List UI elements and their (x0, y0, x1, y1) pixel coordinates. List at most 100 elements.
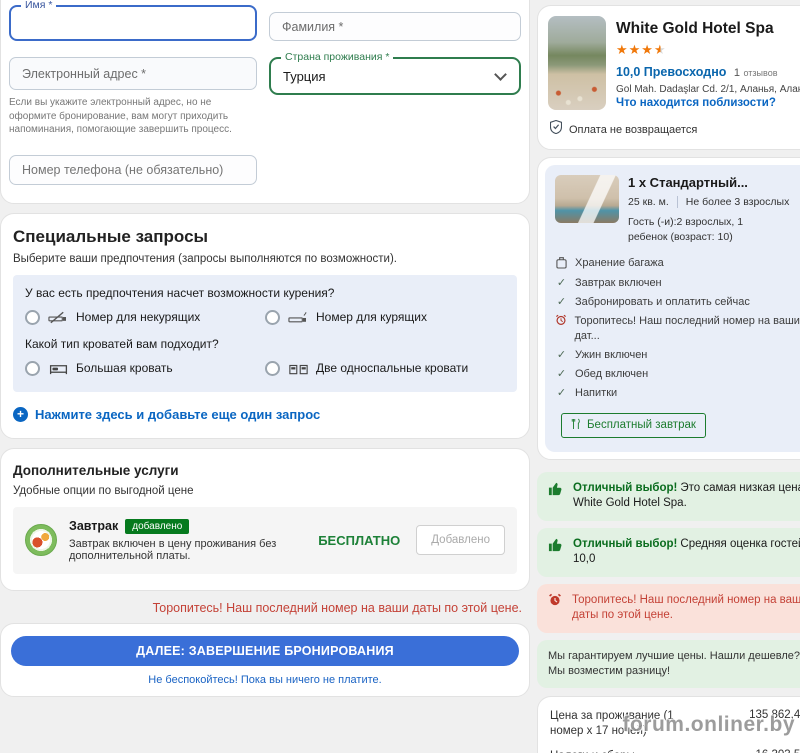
big-bed-icon (48, 362, 68, 375)
phone-input[interactable] (10, 155, 256, 184)
feature-label: Обед включен (575, 368, 649, 381)
feature-label: Завтрак включен (575, 276, 662, 289)
rating-row: 10,0 Превосходно 1 отзывов (616, 65, 800, 79)
radio-smoking[interactable] (265, 309, 280, 325)
feature-breakfast: ✓ Завтрак включен (555, 276, 800, 290)
extras-panel: Дополнительные услуги Удобные опции по в… (0, 447, 530, 591)
extras-title: Дополнительные услуги (13, 462, 179, 478)
add-request-label: Нажмите здесь и добавьте еще один запрос (35, 406, 321, 422)
summary-sidebar: White Gold Hotel Spa ★★★★ 10,0 Превосход… (537, 0, 800, 753)
bed-question: Какой тип кроватей вам подходит? (25, 336, 219, 351)
cutlery-icon (571, 418, 581, 433)
payment-policy-row: Оплата не возвращается (548, 119, 800, 139)
price-row-taxes: Налоги и сборы 16 303,54 TL (550, 749, 800, 753)
feature-urgency: Торопитесь! Наш последний номер на ваши … (555, 314, 800, 343)
room-features: Хранение багажа ✓ Завтрак включен ✓ Забр… (555, 256, 800, 400)
country-column: Страна проживания * Турция (269, 51, 521, 137)
last-name-field[interactable] (269, 12, 521, 41)
feature-pay-now: ✓ Забронировать и оплатить сейчас (555, 295, 800, 309)
price-value: 16 303,54 TL (755, 749, 800, 753)
hotel-card: White Gold Hotel Spa ★★★★ 10,0 Превосход… (537, 5, 800, 150)
thumbs-up-icon (548, 537, 563, 558)
cta-note: Не беспокойтесь! Пока вы ничего не плати… (148, 673, 382, 686)
feature-label: Ужин включен (575, 348, 648, 361)
room-photo (555, 175, 619, 223)
email-hint: Если вы укажите электронный адрес, но не… (9, 97, 232, 135)
extras-subtitle: Удобные опции по выгодной цене (13, 484, 194, 497)
guest-details-panel: Имя * Если вы укажите электронный адрес,… (0, 0, 530, 204)
feature-label: Торопитесь! Наш последний номер на ваши … (574, 315, 800, 342)
option-non-smoking[interactable]: Номер для некурящих (25, 309, 265, 325)
room-panel: 1 x Стандартный... 25 кв. м. Не более 3 … (537, 157, 800, 460)
check-icon: ✓ (556, 387, 567, 400)
free-breakfast-badge: Бесплатный завтрак (561, 412, 706, 438)
hotel-address: Gol Mah. Dadaşlar Cd. 2/1, Аланья, Алань… (616, 84, 800, 95)
breakfast-extra: Завтрак добавлено Завтрак включен в цену… (13, 506, 517, 574)
option-label: Две односпальные кровати (316, 361, 469, 375)
radio-twin-beds[interactable] (265, 360, 280, 376)
country-value: Турция (283, 68, 326, 84)
thumbs-up-icon (548, 481, 563, 502)
price-row-stay: Цена за проживание (1 номер x 17 ночей) … (550, 709, 800, 740)
special-requests-panel: Специальные запросы Выберите ваши предпо… (0, 212, 530, 439)
reviews-count: 1 (733, 67, 740, 79)
feature-dinner: ✓ Ужин включен (555, 348, 800, 362)
no-smoking-icon (48, 311, 68, 324)
reviews-word: отзывов (743, 68, 778, 78)
breakfast-icon (25, 524, 57, 556)
email-field[interactable] (9, 57, 257, 90)
main-column: Имя * Если вы укажите электронный адрес,… (0, 0, 530, 753)
price-label: Цена за проживание (1 номер x 17 ночей) (550, 709, 674, 738)
radio-big-bed[interactable] (25, 360, 40, 376)
feature-luggage: Хранение багажа (555, 256, 800, 270)
first-name-label: Имя * (21, 0, 57, 11)
special-requests-title: Специальные запросы (13, 226, 209, 246)
add-request-link[interactable]: + Нажмите здесь и добавьте еще один запр… (13, 406, 517, 422)
alarm-icon (555, 314, 567, 326)
breakfast-description: Завтрак включен в цену проживания без до… (69, 537, 277, 562)
country-label: Страна проживания * (281, 51, 394, 63)
next-step-button[interactable]: ДАЛЕЕ: ЗАВЕРШЕНИЕ БРОНИРОВАНИЯ (11, 635, 519, 666)
hotel-name: White Gold Hotel Spa (616, 20, 774, 37)
room-title: 1 x Стандартный... (628, 175, 748, 190)
added-badge: добавлено (125, 518, 190, 534)
bed-options-row: Большая кровать Две односпальные кровати (25, 360, 505, 376)
feature-lunch: ✓ Обед включен (555, 367, 800, 381)
country-select[interactable]: Страна проживания * Турция (269, 51, 521, 95)
room-guests: Гость (-и):2 взрослых, 1 ребенок (возрас… (628, 216, 744, 243)
divider (676, 196, 678, 208)
option-label: Номер для курящих (316, 310, 427, 324)
highlight-text: Торопитесь! Наш последний номер на ваши … (572, 593, 800, 622)
chevron-down-icon (494, 67, 507, 81)
first-name-field[interactable]: Имя * (9, 0, 257, 41)
urgency-note: Торопитесь! Наш последний номер на ваши … (152, 600, 522, 615)
alarm-icon (548, 593, 562, 613)
option-label: Номер для некурящих (76, 310, 201, 324)
luggage-icon (555, 256, 568, 269)
option-smoking[interactable]: Номер для курящих (265, 309, 505, 325)
check-icon: ✓ (556, 295, 567, 308)
breakfast-name: Завтрак (69, 519, 119, 533)
booking-page: Имя * Если вы укажите электронный адрес,… (0, 0, 800, 753)
highlight-text: Отличный выбор!Средняя оценка гостей — 1… (573, 537, 800, 566)
email-column: Если вы укажите электронный адрес, но не… (9, 57, 257, 137)
special-requests-subtitle: Выберите ваши предпочтения (запросы выпо… (13, 252, 397, 265)
feature-label: Забронировать и оплатить сейчас (575, 295, 750, 308)
email-input[interactable] (10, 58, 256, 89)
guarantee-text: Мы гарантируем лучшие цены. Нашли дешевл… (548, 649, 800, 677)
free-price-label: БЕСПЛАТНО (318, 532, 401, 548)
free-breakfast-label: Бесплатный завтрак (587, 419, 696, 432)
first-name-input[interactable] (11, 7, 255, 39)
nearby-link[interactable]: Что находится поблизости? (616, 97, 800, 109)
option-twin-beds[interactable]: Две односпальные кровати (265, 360, 505, 376)
smoking-question: У вас есть предпочтения насчет возможнос… (25, 285, 335, 300)
added-button[interactable]: Добавлено (416, 525, 505, 555)
payment-policy-text: Оплата не возвращается (569, 123, 698, 136)
cta-panel: ДАЛЕЕ: ЗАВЕРШЕНИЕ БРОНИРОВАНИЯ Не беспок… (0, 622, 530, 697)
requests-box: У вас есть предпочтения насчет возможнос… (13, 274, 517, 392)
room-info: 1 x Стандартный... 25 кв. м. Не более 3 … (628, 175, 789, 244)
last-name-input[interactable] (270, 13, 520, 40)
radio-non-smoking[interactable] (25, 309, 40, 325)
option-big-bed[interactable]: Большая кровать (25, 360, 265, 376)
phone-field[interactable] (9, 154, 257, 185)
